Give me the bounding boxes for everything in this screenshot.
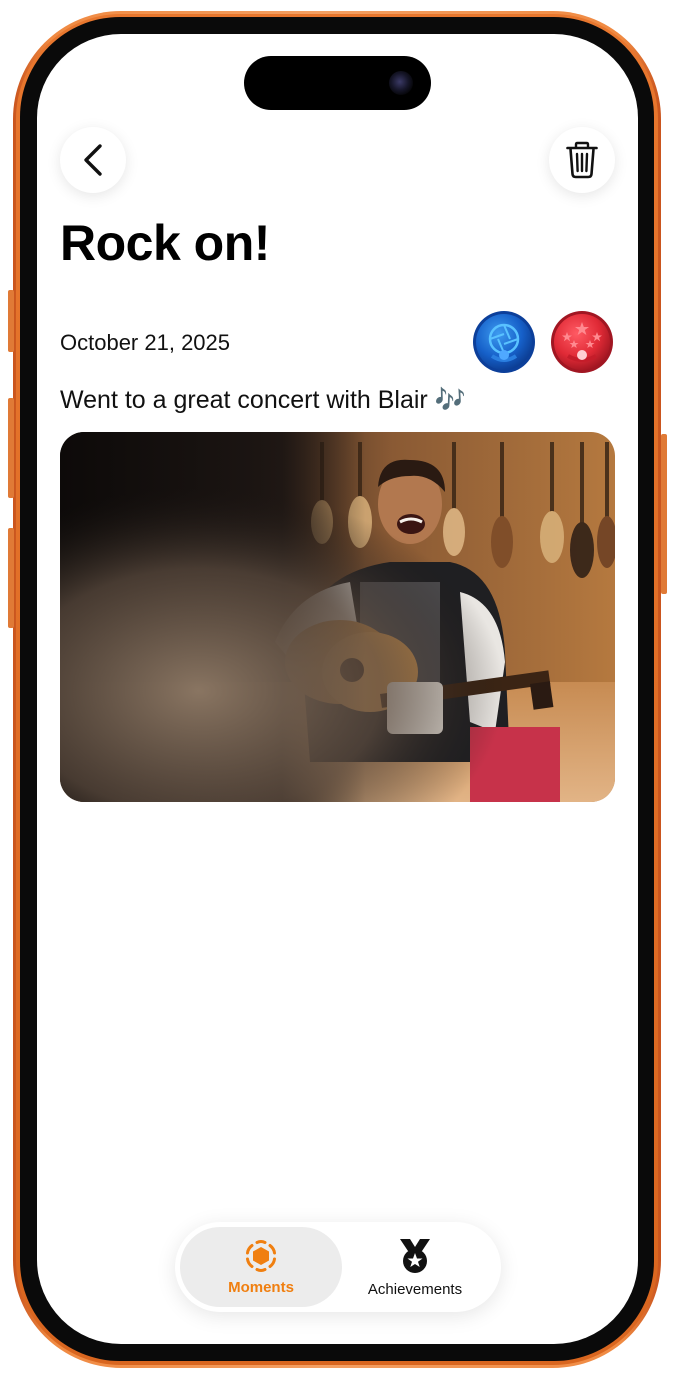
chevron-left-icon [84, 144, 102, 176]
moment-description: Went to a great concert with Blair 🎶 [60, 386, 466, 414]
tab-achievements[interactable]: Achievements [334, 1227, 496, 1307]
tab-moments[interactable]: Moments [180, 1227, 342, 1307]
tab-bar: Moments Achievements [175, 1222, 501, 1312]
action-button [8, 290, 14, 352]
camera-lens-icon [389, 71, 413, 95]
moment-date: October 21, 2025 [60, 330, 231, 355]
dynamic-island [244, 56, 431, 110]
medal-icon [400, 1238, 430, 1273]
power-button [661, 434, 667, 594]
camera-achievement-badge-icon[interactable] [472, 310, 536, 374]
tab-achievements-label: Achievements [367, 1280, 463, 1298]
volume-down-button [8, 528, 14, 628]
screen: Rock on! October 21, 2025 Went to a grea… [37, 34, 638, 1344]
volume-up-button [8, 398, 14, 498]
tab-moments-label: Moments [228, 1278, 294, 1296]
moment-photo[interactable] [60, 432, 615, 802]
back-button[interactable] [60, 127, 126, 193]
page-title: Rock on! [60, 215, 270, 271]
stars-achievement-badge-icon[interactable] [550, 310, 614, 374]
trash-icon [566, 141, 598, 179]
concert-photo-image [60, 432, 615, 802]
delete-button[interactable] [549, 127, 615, 193]
moments-icon [246, 1239, 276, 1272]
